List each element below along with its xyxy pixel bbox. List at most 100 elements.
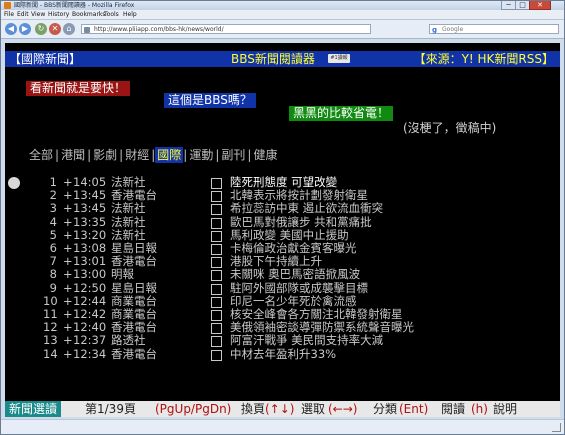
window-title: 國際新聞 - BBS新聞閱讀器 - Mozilla Firefox	[14, 2, 135, 9]
news-title[interactable]: 北韓表示將按計劃發射衛星	[230, 189, 368, 202]
news-checkbox[interactable]	[211, 244, 222, 255]
news-time: 13:45	[73, 188, 107, 203]
search-box[interactable]: g Google	[429, 24, 559, 34]
news-time: 13:00	[73, 267, 107, 282]
news-title[interactable]: 卡梅倫政治獻金賓客曝光	[230, 242, 357, 255]
close-button[interactable]: ✕	[529, 1, 551, 10]
news-plus-marker: +	[63, 267, 73, 282]
news-checkbox[interactable]	[211, 217, 222, 229]
tab-finance[interactable]: 財經	[123, 147, 151, 163]
menu-history[interactable]: History	[48, 10, 69, 19]
news-title[interactable]: 中材去年盈利升33%	[230, 347, 336, 361]
news-row[interactable]: 10 +12:44 商業電台 印尼一名少年死於禽流感	[5, 293, 560, 308]
news-title[interactable]: 核安全峰會各方關注北韓發射衛星	[230, 308, 403, 321]
news-row[interactable]: 4 +13:35 法新社 歐巴馬對俄讓步 共和黨痛批	[5, 214, 560, 229]
news-title[interactable]: 馬利政變 美國中止援助	[230, 228, 349, 242]
resize-grip-icon[interactable]	[552, 423, 561, 432]
news-title[interactable]: 阿富汗戰爭 美民間支持率大減	[230, 334, 383, 347]
reload-button[interactable]: ↻	[35, 23, 47, 35]
news-checkbox[interactable]	[211, 191, 222, 203]
news-checkbox[interactable]	[211, 230, 222, 242]
menu-tools[interactable]: Tools	[104, 10, 119, 19]
bbs-header: 【國際新聞】 BBS新聞閱讀器 #1讀報 【來源：Y! HK新聞RSS】	[5, 51, 560, 67]
stop-button[interactable]: ✕	[49, 23, 61, 35]
minimize-button[interactable]: ─	[501, 1, 516, 10]
news-row[interactable]: 12 +12:40 香港電台 美俄領袖密談導彈防禦系統聲音曝光	[5, 320, 560, 335]
news-row[interactable]: 11 +12:42 商業電台 核安全峰會各方關注北韓發射衛星	[5, 308, 560, 321]
news-title[interactable]: 陸死刑態度 可望改變	[230, 176, 337, 189]
news-title[interactable]: 美俄領袖密談導彈防禦系統聲音曝光	[230, 321, 414, 334]
news-plus-marker: +	[63, 214, 73, 229]
news-number: 10	[43, 293, 58, 308]
site-icon	[84, 27, 90, 33]
news-title[interactable]: 印尼一名少年死於禽流感	[230, 294, 357, 308]
tab-international[interactable]: 國際	[155, 147, 184, 163]
tab-sports[interactable]: 運動	[187, 147, 215, 163]
news-row[interactable]: 13 +12:37 路透社 阿富汗戰爭 美民間支持率大減	[5, 333, 560, 348]
news-row[interactable]: 7 +13:01 香港電台 港股下午持續上升	[5, 254, 560, 269]
home-button[interactable]: ⌂	[63, 23, 75, 35]
maximize-button[interactable]: □	[515, 1, 530, 10]
news-checkbox[interactable]	[211, 257, 222, 269]
news-checkbox[interactable]	[211, 349, 222, 361]
back-button[interactable]: ◀	[5, 23, 17, 35]
news-title[interactable]: 歐巴馬對俄讓步 共和黨痛批	[230, 215, 372, 229]
menu-edit[interactable]: Edit	[17, 10, 29, 19]
navigation-toolbar: ◀ ▶ ↻ ✕ ⌂ http://www.pliiapp.com/bbs-hk/…	[1, 20, 564, 39]
news-checkbox[interactable]	[211, 310, 222, 321]
bbs-viewport: 【國際新聞】 BBS新聞閱讀器 #1讀報 【來源：Y! HK新聞RSS】 看新聞…	[5, 43, 560, 417]
news-checkbox[interactable]	[211, 336, 222, 348]
tab-local[interactable]: 港聞	[59, 147, 87, 163]
news-title[interactable]: 港股下午持續上升	[230, 255, 322, 268]
news-time: 14:05	[73, 175, 107, 189]
news-checkbox[interactable]	[211, 270, 222, 282]
news-row[interactable]: 1 +14:05 法新社 陸死刑態度 可望改變	[5, 176, 560, 189]
news-row[interactable]: 14 +12:34 香港電台 中材去年盈利升33%	[5, 346, 560, 361]
tab-entertainment[interactable]: 影劇	[91, 147, 119, 163]
news-row[interactable]: 3 +13:45 法新社 希拉蕊訪中東 遏止欲流血衝突	[5, 201, 560, 216]
news-source: 法新社	[111, 227, 146, 242]
news-title[interactable]: 希拉蕊訪中東 遏止欲流血衝突	[230, 202, 383, 215]
tab-health[interactable]: 健康	[251, 147, 279, 163]
menu-help[interactable]: Help	[123, 10, 137, 19]
address-url: http://www.pliiapp.com/bbs-hk/news/world…	[94, 26, 224, 33]
news-source: 香港電台	[111, 320, 157, 335]
news-number: 12	[43, 320, 58, 335]
menu-bookmarks[interactable]: Bookmarks	[72, 10, 106, 19]
news-checkbox[interactable]	[211, 178, 222, 189]
news-number: 14	[43, 346, 58, 361]
news-source: 路透社	[111, 333, 146, 348]
tab-all[interactable]: 全部	[27, 147, 55, 163]
news-row[interactable]: 8 +13:00 明報 未關咪 奧巴馬密語掀風波	[5, 267, 560, 282]
news-row[interactable]: 2 +13:45 香港電台 北韓表示將按計劃發射衛星	[5, 188, 560, 203]
menu-file[interactable]: File	[4, 10, 14, 19]
page-indicator: 第1/39頁	[85, 402, 136, 416]
address-bar[interactable]: http://www.pliiapp.com/bbs-hk/news/world…	[81, 24, 371, 34]
news-plus-marker: +	[63, 254, 73, 269]
hint-help: 說明	[493, 402, 518, 416]
news-plus-marker: +	[63, 241, 73, 255]
news-checkbox[interactable]	[211, 204, 222, 216]
news-source: 法新社	[111, 214, 146, 229]
news-plus-marker: +	[63, 307, 73, 321]
menu-view[interactable]: View	[31, 10, 45, 19]
news-source: 法新社	[111, 201, 146, 216]
news-source: 星島日報	[111, 241, 157, 255]
news-row[interactable]: 5 +13:20 法新社 馬利政變 美國中止援助	[5, 227, 560, 242]
news-checkbox[interactable]	[211, 296, 222, 308]
news-title[interactable]: 未關咪 奧巴馬密語掀風波	[230, 268, 360, 281]
tab-supplement[interactable]: 副刊	[219, 147, 247, 163]
news-source: 香港電台	[111, 254, 157, 269]
read-badge[interactable]: #1讀報	[328, 54, 350, 63]
search-placeholder: Google	[442, 26, 464, 33]
mode-label: 新聞選讀	[5, 401, 62, 417]
news-row[interactable]: 6 +13:08 星島日報 卡梅倫政治獻金賓客曝光	[5, 242, 560, 255]
forward-button[interactable]: ▶	[19, 23, 31, 35]
news-checkbox[interactable]	[211, 323, 222, 335]
news-title[interactable]: 駐阿外國部隊或成襲擊目標	[230, 281, 368, 295]
news-row[interactable]: 9 +12:50 星島日報 駐阿外國部隊或成襲擊目標	[5, 281, 560, 295]
banner-fast-news: 看新聞就是要快！	[26, 81, 131, 96]
news-checkbox[interactable]	[211, 283, 222, 295]
key-pgup-pgdn: (PgUp/PgDn)	[155, 402, 232, 416]
key-left-right: (←→)	[328, 402, 358, 416]
